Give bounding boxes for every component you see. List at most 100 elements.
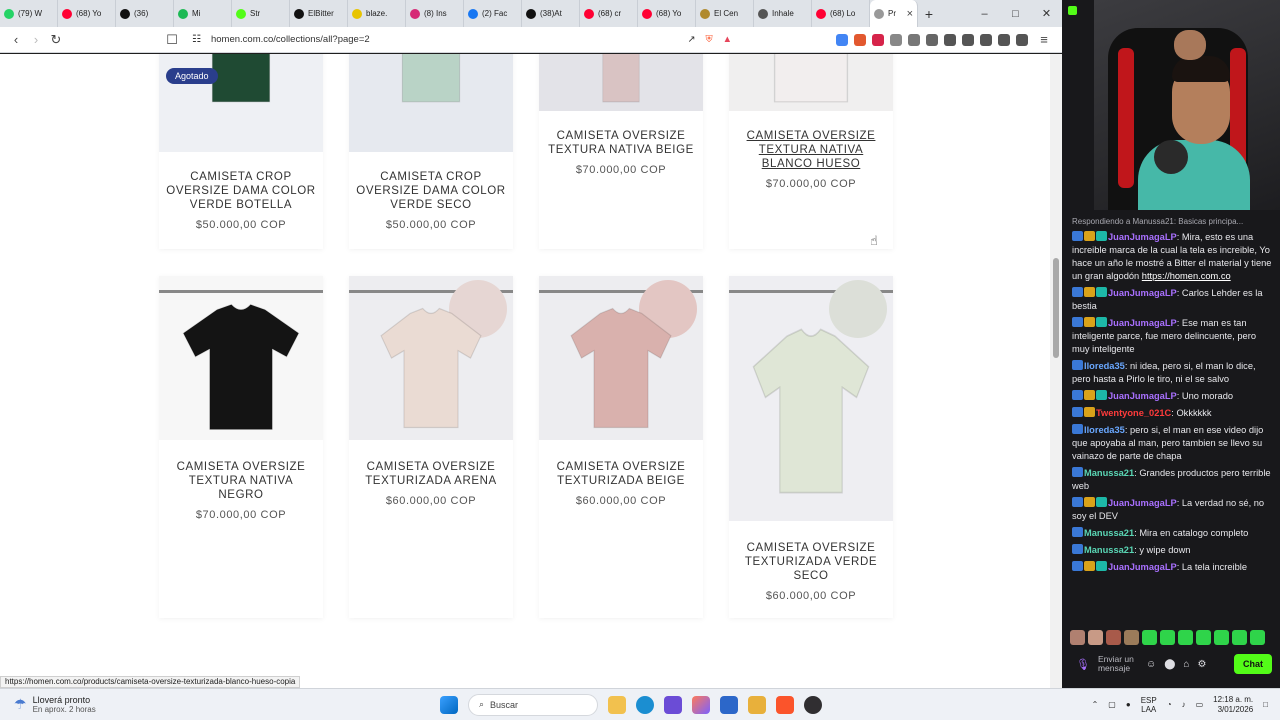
product-title[interactable]: CAMISETA OVERSIZE TEXTURA NATIVA BEIGE [539,129,703,157]
product-card[interactable]: Agotado CAMISETA CROP OVERSIZE DAMA COLOR… [159,54,323,249]
browser-tab[interactable]: (38)At [522,0,580,27]
reload-icon[interactable]: ↻ [46,32,66,48]
browser-tab[interactable]: blaze. [348,0,406,27]
brave-shield-icon[interactable]: ⛨ [705,34,712,45]
settings-icon[interactable]: ⚙ [1197,659,1206,670]
gift-icon[interactable]: ⌂ [1183,659,1189,670]
chat-username[interactable]: Manussa21 [1084,528,1134,538]
product-image[interactable] [349,54,513,152]
puzzle-icon[interactable] [890,33,902,46]
chat-username[interactable]: Manussa21 [1084,468,1134,478]
browser-tab[interactable]: (2) Fac [464,0,522,27]
browser-tab[interactable]: (68) cr [580,0,638,27]
chat-send-button[interactable]: Chat [1234,654,1272,674]
product-image[interactable] [729,276,893,521]
browser-tab[interactable]: (79) W [0,0,58,27]
product-title[interactable]: CAMISETA OVERSIZE TEXTURIZADA BEIGE [539,460,703,488]
windows-start-icon[interactable] [440,695,458,714]
battery-icon[interactable]: ▭ [1196,700,1204,709]
translate-extension-icon[interactable] [836,33,848,46]
brave-rewards-icon[interactable]: ▲ [723,34,732,45]
leo-icon[interactable] [998,33,1010,46]
browser-tab[interactable]: (68) Yo [58,0,116,27]
product-image[interactable] [729,54,893,111]
menu-icon[interactable]: ≡ [1034,32,1054,47]
wallet-icon[interactable] [980,33,992,46]
site-info-icon[interactable]: ☷ [192,34,201,45]
product-card[interactable]: CAMISETA OVERSIZE TEXTURIZADA VERDE SECO… [729,276,893,618]
back-icon[interactable]: ‹ [6,32,26,47]
product-card[interactable]: CAMISETA OVERSIZE TEXTURIZADA ARENA $60.0… [349,276,513,618]
emote-icon[interactable] [1160,629,1175,645]
emote-icon[interactable] [1106,629,1121,645]
browser-tab[interactable]: Inhale [754,0,812,27]
chat-username[interactable]: lloreda35 [1084,361,1125,371]
folder-icon[interactable] [748,695,766,714]
emote-icon[interactable] [1232,629,1247,645]
product-image[interactable] [349,276,513,440]
microphone-tray-icon[interactable]: ● [1126,700,1131,709]
chat-username[interactable]: JuanJumagaLP [1108,391,1177,401]
extension-icon[interactable] [854,33,866,46]
browser-tab[interactable]: (68) Yo [638,0,696,27]
copilot-icon[interactable] [692,695,710,714]
product-image[interactable] [539,54,703,111]
browser-tab[interactable]: (36) [116,0,174,27]
share-icon[interactable]: ↗ [687,34,695,45]
browser-tab[interactable]: El Cen [696,0,754,27]
product-card[interactable]: CAMISETA CROP OVERSIZE DAMA COLOR VERDE … [349,54,513,249]
taskbar-search[interactable]: ⌕ Buscar [468,693,598,716]
product-title[interactable]: CAMISETA OVERSIZE TEXTURA NATIVA BLANCO … [729,129,893,171]
chat-link[interactable]: https://homen.com.co [1142,271,1231,281]
edge-icon[interactable] [636,695,654,714]
browser-tab[interactable]: (68) Lo [812,0,870,27]
obs-icon[interactable] [804,695,822,714]
product-card[interactable]: CAMISETA OVERSIZE TEXTURA NATIVA BEIGE $7… [539,54,703,249]
chat-username[interactable]: Twentyone_021C [1096,408,1171,418]
volume-icon[interactable]: ♪ [1182,700,1186,709]
page-scrollbar-thumb[interactable] [1053,258,1059,358]
product-title[interactable]: CAMISETA CROP OVERSIZE DAMA COLOR VERDE … [159,170,323,212]
points-icon[interactable]: ⬤ [1164,659,1175,670]
forward-icon[interactable]: › [26,32,46,47]
extension-icon[interactable] [872,33,884,46]
chat-username[interactable]: JuanJumagaLP [1108,562,1177,572]
language-indicator[interactable]: ESP LAA [1141,696,1157,714]
browser-tab[interactable]: ElBitter [290,0,348,27]
chat-username[interactable]: JuanJumagaLP [1108,232,1177,242]
emote-icon[interactable] [1070,629,1085,645]
product-image[interactable] [159,276,323,440]
url-field[interactable]: ☷ homen.com.co/collections/all?page=2 ↗ … [192,30,732,50]
chat-message-input[interactable]: Enviar un mensaje [1098,655,1138,673]
product-card[interactable]: CAMISETA OVERSIZE TEXTURIZADA BEIGE $60.0… [539,276,703,618]
page-scrollbar[interactable] [1050,54,1062,688]
product-title[interactable]: CAMISETA OVERSIZE TEXTURIZADA ARENA [349,460,513,488]
product-image[interactable]: Agotado [159,54,323,152]
emote-icon[interactable] [1088,629,1103,645]
microphone-icon[interactable]: 🎙 [1076,658,1090,671]
emote-icon[interactable] [1178,629,1193,645]
browser-tab[interactable]: (8) Ins [406,0,464,27]
wifi-icon[interactable]: ◔ [1167,700,1172,709]
tab-close-icon[interactable]: × [907,8,913,20]
file-explorer-icon[interactable] [608,695,626,714]
product-image[interactable] [539,276,703,440]
network-icon[interactable]: ▢ [1108,700,1116,709]
emoji-icon[interactable]: ☺ [1146,659,1156,670]
product-card[interactable]: CAMISETA OVERSIZE TEXTURA NATIVA NEGRO $7… [159,276,323,618]
product-title[interactable]: CAMISETA OVERSIZE TEXTURA NATIVA NEGRO [159,460,323,502]
emote-icon[interactable] [1250,629,1265,645]
extension-icon[interactable] [926,33,938,46]
chat-username[interactable]: JuanJumagaLP [1108,498,1177,508]
music-icon[interactable] [944,33,956,46]
bookmark-icon[interactable]: ☐ [162,32,182,48]
extension-icon[interactable] [908,33,920,46]
close-icon[interactable]: ✕ [1031,7,1062,20]
new-tab-button[interactable]: + [918,6,940,22]
minimize-icon[interactable]: – [969,8,1000,20]
chat-username[interactable]: JuanJumagaLP [1108,288,1177,298]
brave-icon[interactable] [776,695,794,714]
emote-icon[interactable] [1214,629,1229,645]
vpn-icon[interactable] [1016,33,1028,46]
product-card[interactable]: CAMISETA OVERSIZE TEXTURA NATIVA BLANCO … [729,54,893,249]
